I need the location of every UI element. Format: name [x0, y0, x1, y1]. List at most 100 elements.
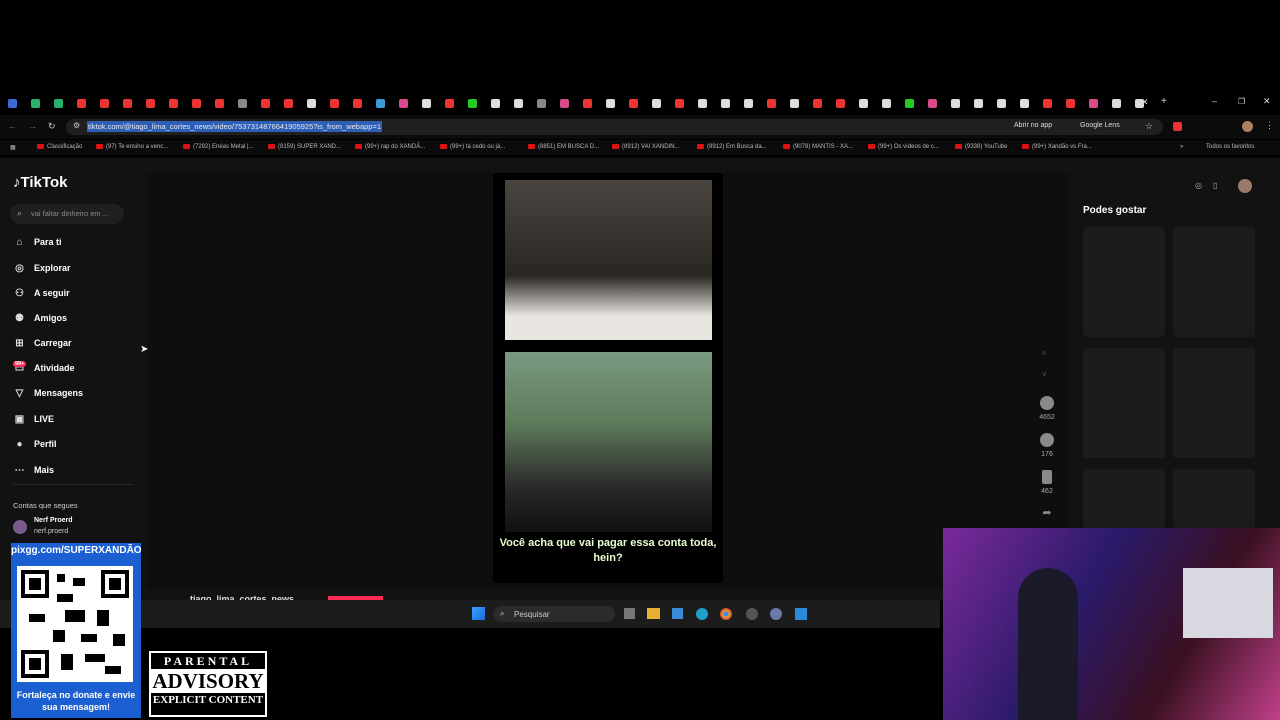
- browser-tab[interactable]: [997, 99, 1006, 108]
- forward-icon[interactable]: →: [28, 121, 37, 131]
- app-icon[interactable]: [795, 608, 807, 620]
- reload-icon[interactable]: ↻: [48, 121, 56, 132]
- browser-tab[interactable]: [836, 99, 845, 108]
- bookmark-item[interactable]: (8912) Em Busca da...: [697, 144, 767, 150]
- browser-tab[interactable]: [790, 99, 799, 108]
- browser-tab[interactable]: [100, 99, 109, 108]
- bookmark-item[interactable]: (99+) rap do XANDÃ...: [355, 144, 425, 150]
- menu-icon[interactable]: ⋮: [1265, 120, 1274, 131]
- apps-icon[interactable]: ▦: [10, 144, 16, 151]
- browser-tab[interactable]: [353, 99, 362, 108]
- browser-tab[interactable]: [31, 99, 40, 108]
- browser-tab[interactable]: [675, 99, 684, 108]
- browser-tab[interactable]: [468, 99, 477, 108]
- browser-tab[interactable]: [928, 99, 937, 108]
- back-icon[interactable]: ←: [8, 121, 17, 131]
- browser-tab[interactable]: [77, 99, 86, 108]
- tiktok-logo[interactable]: ♪TikTok: [13, 174, 67, 191]
- suggestion-tile[interactable]: [1083, 348, 1165, 458]
- window-close-icon[interactable]: ✕: [1263, 96, 1271, 107]
- suggestion-tile[interactable]: [1173, 469, 1255, 529]
- browser-tab[interactable]: [882, 99, 891, 108]
- nav-carregar[interactable]: ⊞ Carregar: [13, 338, 71, 352]
- task-view-icon[interactable]: [624, 608, 635, 619]
- profile-avatar[interactable]: [1242, 121, 1253, 132]
- nav-amigos[interactable]: ⚉ Amigos: [13, 313, 67, 327]
- bookmark-item[interactable]: (99+) Xandão vs Fra...: [1022, 144, 1092, 150]
- browser-tab[interactable]: [284, 99, 293, 108]
- browser-tab[interactable]: [951, 99, 960, 108]
- suggestion-tile[interactable]: [1083, 227, 1165, 337]
- browser-tab[interactable]: [491, 99, 500, 108]
- browser-tab[interactable]: [652, 99, 661, 108]
- browser-tab[interactable]: [974, 99, 983, 108]
- following-name[interactable]: Nerf Proerd: [34, 517, 73, 524]
- app-icon[interactable]: [746, 608, 758, 620]
- browser-tab[interactable]: [376, 99, 385, 108]
- new-tab-icon[interactable]: +: [1161, 96, 1167, 107]
- minimize-icon[interactable]: –: [1212, 96, 1217, 106]
- bookmarks-overflow-icon[interactable]: »: [1180, 144, 1183, 150]
- browser-tab[interactable]: [721, 99, 730, 108]
- store-icon[interactable]: [672, 608, 683, 619]
- all-bookmarks-button[interactable]: Todos os favoritos: [1206, 144, 1254, 150]
- url-text[interactable]: tiktok.com/@tiago_lima_cortes_news/video…: [87, 121, 383, 132]
- bookmark-item[interactable]: (7292) Enéas Metal |...: [183, 144, 254, 150]
- browser-tab[interactable]: [330, 99, 339, 108]
- browser-tab[interactable]: [307, 99, 316, 108]
- avatar[interactable]: [13, 520, 27, 534]
- browser-tab[interactable]: [215, 99, 224, 108]
- browser-tab[interactable]: [1089, 99, 1098, 108]
- site-info-icon[interactable]: ⚙: [73, 121, 80, 130]
- bookmark-item[interactable]: (8912) VAI XANDIN...: [612, 144, 680, 150]
- chrome-icon[interactable]: [720, 608, 732, 620]
- nav-live[interactable]: ▣ LIVE: [13, 414, 54, 428]
- bookmark-item[interactable]: Classificação: [37, 144, 82, 150]
- browser-tab[interactable]: [813, 99, 822, 108]
- edge-icon[interactable]: [696, 608, 708, 620]
- nav-para-ti[interactable]: ⌂ Para ti: [13, 237, 61, 251]
- browser-tab[interactable]: [1020, 99, 1029, 108]
- save-button[interactable]: 462: [1036, 470, 1058, 495]
- like-button[interactable]: 4652: [1036, 396, 1058, 421]
- nav-a-seguir[interactable]: ⚇ A seguir: [13, 288, 70, 302]
- browser-tab[interactable]: [859, 99, 868, 108]
- browser-tab[interactable]: [146, 99, 155, 108]
- comment-button[interactable]: 176: [1036, 433, 1058, 458]
- browser-tab[interactable]: [744, 99, 753, 108]
- browser-tab[interactable]: [54, 99, 63, 108]
- windows-start-icon[interactable]: [472, 607, 485, 620]
- nav-explorar[interactable]: ◎ Explorar: [13, 263, 70, 277]
- compass-icon[interactable]: ◎: [1195, 181, 1202, 190]
- bookmark-item[interactable]: (99+) tá cedo ou já...: [440, 144, 505, 150]
- browser-tab[interactable]: [537, 99, 546, 108]
- browser-tab[interactable]: [905, 99, 914, 108]
- browser-tab[interactable]: [514, 99, 523, 108]
- nav-perfil[interactable]: ● Perfil: [13, 439, 56, 453]
- open-in-app-button[interactable]: Abrir no app: [1014, 122, 1052, 129]
- suggestion-tile[interactable]: [1083, 469, 1165, 529]
- file-explorer-icon[interactable]: [647, 608, 660, 619]
- browser-tab[interactable]: [422, 99, 431, 108]
- browser-tab[interactable]: [169, 99, 178, 108]
- browser-tab[interactable]: [629, 99, 638, 108]
- bookmark-item[interactable]: (99+) Os vídeos de c...: [868, 144, 939, 150]
- suggestion-tile[interactable]: [1173, 227, 1255, 337]
- close-tab-icon[interactable]: ✕: [1141, 97, 1149, 108]
- chevron-down-icon[interactable]: ˅: [1042, 370, 1047, 379]
- browser-tab[interactable]: [698, 99, 707, 108]
- nav-mais[interactable]: ⋯ Mais: [13, 465, 55, 479]
- bookmark-item[interactable]: (97) Te ensino a venc...: [96, 144, 168, 150]
- star-icon[interactable]: ☆: [1145, 121, 1153, 132]
- device-icon[interactable]: ▯: [1213, 181, 1217, 190]
- chevron-up-icon[interactable]: ˄: [1042, 349, 1047, 358]
- bookmark-item[interactable]: (8851) EM BUSCA D...: [528, 144, 599, 150]
- google-lens-button[interactable]: Google Lens: [1080, 122, 1120, 129]
- suggestion-tile[interactable]: [1173, 348, 1255, 458]
- search-input[interactable]: ⌕ vai faltar dinheiro em ...: [10, 204, 124, 224]
- browser-tab[interactable]: [767, 99, 776, 108]
- share-button[interactable]: ➦: [1036, 506, 1058, 519]
- nav-mensagens[interactable]: ▽ Mensagens: [13, 388, 83, 402]
- bookmark-item[interactable]: (9338) YouTube: [955, 144, 1007, 150]
- taskbar-search[interactable]: ⌕ Pesquisar: [493, 606, 615, 622]
